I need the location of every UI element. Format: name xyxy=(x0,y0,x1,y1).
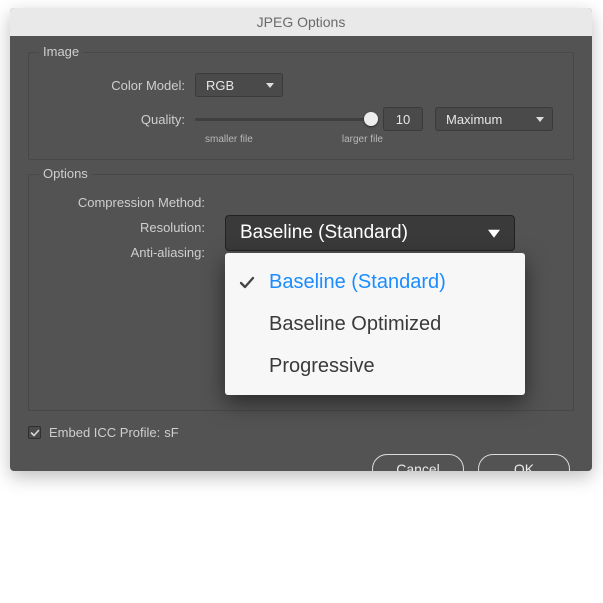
quality-label: Quality: xyxy=(45,112,195,127)
quality-preset-value: Maximum xyxy=(446,112,502,127)
color-model-select[interactable]: RGB xyxy=(195,73,283,97)
cancel-button-label: Cancel xyxy=(396,461,440,471)
options-group: Options Compression Method: Resolution: … xyxy=(28,174,574,411)
embed-icc-checkbox[interactable] xyxy=(28,426,41,439)
dropdown-item-baseline-standard[interactable]: Baseline (Standard) xyxy=(225,261,525,303)
jpeg-options-dialog: JPEG Options Image Color Model: RGB Qual… xyxy=(10,8,592,471)
dialog-buttons: Cancel OK xyxy=(28,454,574,471)
dropdown-item-baseline-optimized[interactable]: Baseline Optimized xyxy=(225,303,525,345)
compression-method-value: Baseline (Standard) xyxy=(240,222,408,244)
dropdown-item-label: Baseline Optimized xyxy=(269,313,441,336)
check-icon xyxy=(30,428,40,438)
color-model-label: Color Model: xyxy=(45,78,195,93)
options-group-title: Options xyxy=(39,166,92,181)
quality-slider[interactable] xyxy=(195,118,373,121)
embed-icc-suffix: sF xyxy=(164,425,178,440)
quality-slider-thumb[interactable] xyxy=(364,112,378,126)
quality-value-input[interactable]: 10 xyxy=(383,107,423,131)
ok-button[interactable]: OK xyxy=(478,454,570,471)
quality-max-label: larger file xyxy=(342,134,383,145)
dropdown-item-progressive[interactable]: Progressive xyxy=(225,345,525,387)
embed-icc-row: Embed ICC Profile: sF xyxy=(28,425,574,440)
ok-button-label: OK xyxy=(514,461,534,471)
dropdown-item-label: Baseline (Standard) xyxy=(269,271,446,294)
compression-method-dropdown: Baseline (Standard) Baseline Optimized P… xyxy=(225,253,525,395)
compression-method-select[interactable]: Baseline (Standard) xyxy=(225,215,515,251)
compression-label: Compression Method: xyxy=(45,195,215,210)
image-group-title: Image xyxy=(39,44,83,59)
resolution-label: Resolution: xyxy=(45,220,215,235)
quality-min-label: smaller file xyxy=(205,134,253,145)
dialog-titlebar: JPEG Options xyxy=(10,8,592,36)
anti-aliasing-label: Anti-aliasing: xyxy=(45,245,215,260)
cancel-button[interactable]: Cancel xyxy=(372,454,464,471)
color-model-value: RGB xyxy=(206,78,234,93)
embed-icc-label: Embed ICC Profile: xyxy=(49,425,160,440)
quality-preset-select[interactable]: Maximum xyxy=(435,107,553,131)
quality-value: 10 xyxy=(396,112,410,127)
dialog-title: JPEG Options xyxy=(257,14,346,30)
dropdown-item-label: Progressive xyxy=(269,355,375,378)
image-group: Image Color Model: RGB Quality: 10 xyxy=(28,52,574,160)
check-icon xyxy=(239,274,255,290)
